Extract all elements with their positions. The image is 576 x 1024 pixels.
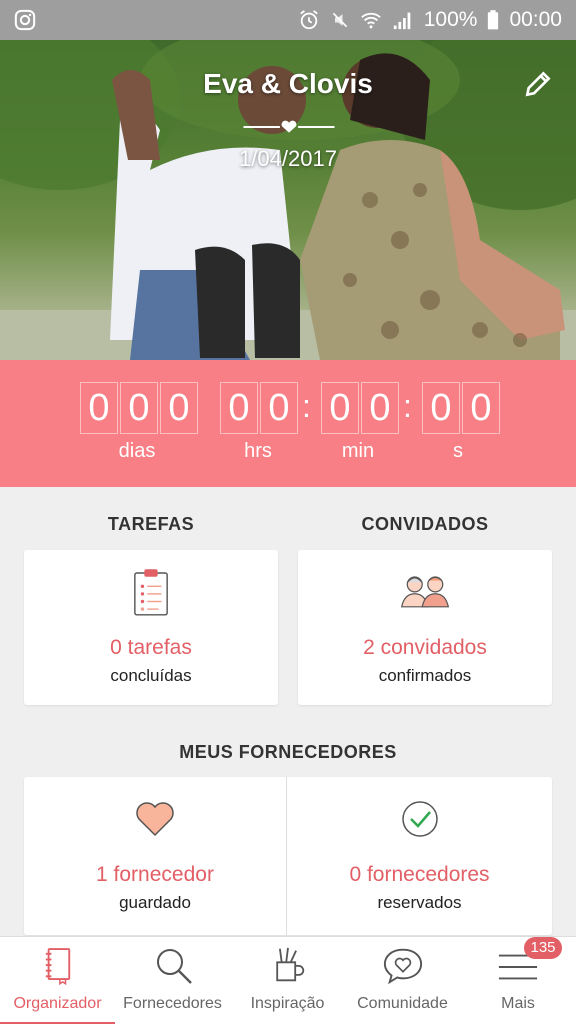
battery-icon xyxy=(488,10,499,30)
instagram-icon xyxy=(14,9,36,31)
days-digit: 0 xyxy=(160,382,198,434)
saved-vendors-panel[interactable]: 1 fornecedor guardado xyxy=(24,777,286,935)
guests-people-icon xyxy=(400,576,450,608)
time-separator: : xyxy=(302,388,311,424)
nav-label: Comunidade xyxy=(357,995,448,1012)
days-digit: 0 xyxy=(120,382,158,434)
nav-label: Organizador xyxy=(13,995,102,1012)
clock-time: 00:00 xyxy=(509,8,562,31)
minutes-label: min xyxy=(341,440,375,462)
nav-label: Mais xyxy=(501,995,535,1012)
days-digit: 0 xyxy=(80,382,118,434)
hours-digit: 0 xyxy=(260,382,298,434)
tasks-caption: concluídas xyxy=(110,666,192,685)
checklist-clipboard-icon xyxy=(134,569,168,616)
days-digits: 0 0 0 xyxy=(80,382,200,434)
guests-card[interactable]: 2 convidados confirmados xyxy=(298,550,552,705)
nav-comunidade[interactable]: Comunidade xyxy=(345,937,460,1024)
notification-badge: 135 xyxy=(524,937,562,959)
alarm-icon xyxy=(299,10,318,30)
booked-vendors-panel[interactable]: 0 fornecedores reservados xyxy=(287,777,552,935)
days-label: dias xyxy=(118,440,156,462)
guests-section-title: CONVIDADOS xyxy=(361,514,489,534)
vendors-section-title: MEUS FORNECEDORES xyxy=(179,742,397,762)
wedding-countdown: 0 0 0 0 0 : 0 0 : 0 0 dias hrs min s xyxy=(0,360,576,487)
notebook-icon xyxy=(45,948,70,985)
status-bar: 100% 00:00 xyxy=(0,0,576,40)
couple-cover-photo[interactable]: Eva & Clovis 1/04/2017 xyxy=(0,40,576,360)
minutes-digit: 0 xyxy=(321,382,359,434)
tasks-card[interactable]: 0 tarefas concluídas xyxy=(24,550,278,705)
tasks-section-title: TAREFAS xyxy=(107,514,195,534)
nav-organizador[interactable]: Organizador xyxy=(0,937,115,1024)
seconds-digits: 0 0 xyxy=(422,382,502,434)
saved-vendors-caption: guardado xyxy=(119,893,191,912)
pencil-cup-icon xyxy=(275,947,304,982)
seconds-digit: 0 xyxy=(422,382,460,434)
seconds-label: s xyxy=(453,440,463,462)
mute-icon xyxy=(332,12,347,28)
couple-names: Eva & Clovis xyxy=(203,68,373,99)
heart-icon xyxy=(136,802,174,837)
heart-divider xyxy=(243,120,335,133)
edit-pencil-icon[interactable] xyxy=(522,68,554,100)
hours-digits: 0 0 xyxy=(220,382,300,434)
booked-vendors-count: 0 fornecedores xyxy=(349,863,490,886)
wedding-date: 1/04/2017 xyxy=(239,146,337,171)
minutes-digits: 0 0 xyxy=(321,382,401,434)
nav-label: Fornecedores xyxy=(123,995,222,1012)
hours-digit: 0 xyxy=(220,382,258,434)
seconds-digit: 0 xyxy=(462,382,500,434)
vendors-card: 1 fornecedor guardado 0 fornecedores res… xyxy=(24,777,552,935)
chat-heart-icon xyxy=(383,948,422,985)
saved-vendors-count: 1 fornecedor xyxy=(96,863,214,886)
nav-label: Inspiração xyxy=(250,995,325,1012)
guests-count: 2 convidados xyxy=(363,636,487,659)
bottom-navigation: Organizador Fornecedores Inspiração Comu… xyxy=(0,936,576,1024)
nav-fornecedores[interactable]: Fornecedores xyxy=(115,937,230,1024)
check-circle-icon xyxy=(401,801,438,837)
time-separator: : xyxy=(403,388,412,424)
wifi-icon xyxy=(360,12,381,29)
hours-label: hrs xyxy=(244,440,272,462)
battery-percentage: 100% xyxy=(423,8,478,31)
nav-inspiracao[interactable]: Inspiração xyxy=(230,937,345,1024)
guests-caption: confirmados xyxy=(378,666,472,685)
tasks-count: 0 tarefas xyxy=(110,636,192,659)
search-icon xyxy=(156,949,192,984)
booked-vendors-caption: reservados xyxy=(377,893,462,912)
minutes-digit: 0 xyxy=(361,382,399,434)
signal-icon xyxy=(393,12,411,30)
